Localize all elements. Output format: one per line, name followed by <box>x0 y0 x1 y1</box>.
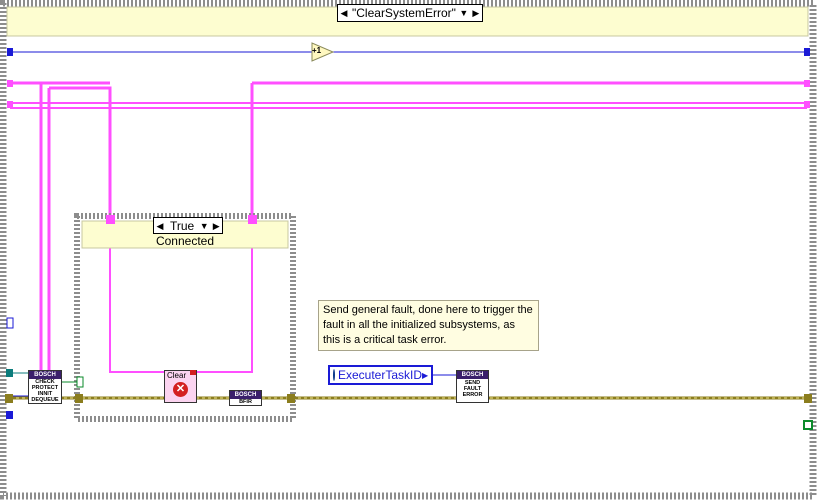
globe-icon <box>333 369 335 381</box>
bosch-fifo-vi[interactable]: BOSCH BFIR <box>229 390 262 406</box>
outer-case-selector[interactable]: ◀ "ClearSystemError" ▼ ▶ <box>337 4 483 22</box>
boolean-tunnel[interactable] <box>76 376 84 388</box>
selector-increment-icon[interactable]: ▶ <box>210 219 222 233</box>
error-wire[interactable] <box>10 395 807 400</box>
selector-dropdown-icon[interactable]: ▼ <box>458 6 470 20</box>
check-dequeue-vi[interactable]: BOSCH CHECK PROTECT INNIT DEQUEUE <box>28 370 62 404</box>
vi-body-line: BFIR <box>239 399 252 405</box>
task-id-constant-label: ExecuterTaskID <box>338 368 423 382</box>
left-teal-tunnel[interactable] <box>6 369 13 377</box>
vi-header-label: BOSCH <box>457 371 488 379</box>
vi-header-label: BOSCH <box>230 391 261 399</box>
selector-dropdown-icon[interactable]: ▼ <box>198 219 210 233</box>
inner-case-selector[interactable]: ◀ True ▼ ▶ <box>153 217 224 234</box>
enum-arrow-icon: ▶ <box>422 370 429 380</box>
inner-case-frame-label: Connected <box>155 234 215 248</box>
selector-decrement-icon[interactable]: ◀ <box>154 219 166 233</box>
inner-case-selector-label: True <box>170 218 195 233</box>
inner-ref-tunnel-left[interactable] <box>106 215 115 224</box>
ref-tunnel-left-1[interactable] <box>7 80 13 87</box>
error-in-terminal-icon <box>190 370 196 375</box>
outer-case-selector-label: "ClearSystemError" <box>352 6 456 20</box>
task-id-constant[interactable]: ExecuterTaskID ▶ <box>328 365 433 385</box>
ref-tunnel-right-2[interactable] <box>804 101 810 108</box>
error-tunnel-left[interactable] <box>5 394 13 403</box>
outer-case-frame <box>0 0 817 500</box>
send-fault-error-vi[interactable]: BOSCH SEND FAULT ERROR <box>456 370 489 403</box>
error-tunnel-right[interactable] <box>804 394 812 403</box>
ref-tunnel-right-1[interactable] <box>804 80 810 87</box>
selector-increment-icon[interactable]: ▶ <box>470 6 482 20</box>
comment-text: Send general fault, done here to trigger… <box>323 304 533 346</box>
inner-error-tunnel-left[interactable] <box>75 394 83 403</box>
iteration-tunnel-left[interactable] <box>7 48 13 56</box>
inner-error-tunnel-right[interactable] <box>287 394 295 403</box>
increment-label: +1 <box>312 46 322 55</box>
block-diagram <box>0 0 817 500</box>
vi-body-line: DEQUEUE <box>31 397 59 403</box>
iteration-tunnel-right[interactable] <box>804 48 810 56</box>
clear-error-vi[interactable]: Clear ✕ <box>164 370 197 403</box>
left-small-tunnel[interactable] <box>6 317 14 329</box>
selector-decrement-icon[interactable]: ◀ <box>338 6 350 20</box>
right-green-tunnel[interactable] <box>803 420 813 430</box>
left-blue-tunnel[interactable] <box>6 411 13 419</box>
ref-tunnel-left-2[interactable] <box>7 101 13 108</box>
clear-error-icon: ✕ <box>173 382 188 397</box>
inner-ref-tunnel-right[interactable] <box>248 215 257 224</box>
vi-body-line: ERROR <box>462 392 483 398</box>
vi-header-label: BOSCH <box>29 371 61 379</box>
comment-note[interactable]: Send general fault, done here to trigger… <box>318 300 539 351</box>
